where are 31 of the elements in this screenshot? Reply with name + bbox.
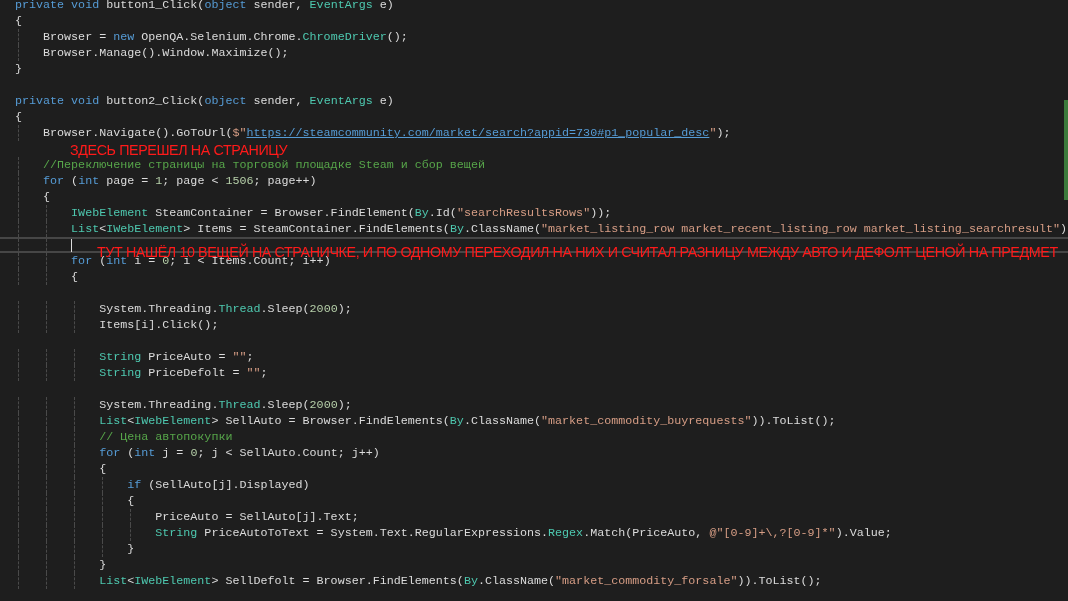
code-line: } <box>98 558 107 572</box>
code-line: System.Threading.Thread.Sleep(2000); <box>98 302 352 316</box>
code-line: } <box>15 62 22 76</box>
code-line: System.Threading.Thread.Sleep(2000); <box>98 398 352 412</box>
code-line: //Переключение страницы на торговой площадке Steam и сбор вещей <box>42 158 485 172</box>
code-line: private void button1_Click(object sender, EventArgs e) <box>15 0 394 12</box>
code-line: List<IWebElement> Items = SteamContainer.FindElements(By.ClassName("market_listing_row market_recent_listing_row market_listing_searchresult") <box>70 222 1068 236</box>
code-line: String PriceDefolt = ""; <box>98 366 268 380</box>
code-line: IWebElement SteamContainer = Browser.FindElement(By.Id("searchResultsRows")); <box>70 206 612 220</box>
code-line: { <box>126 494 135 508</box>
code-line: if (SellAuto[j].Displayed) <box>126 478 310 492</box>
code-line: String PriceAuto = ""; <box>98 350 254 364</box>
code-line: List<IWebElement> SellAuto = Browser.FindElements(By.ClassName("market_commodity_buyrequests")).ToList(); <box>98 414 836 428</box>
code-line: for (int j = 0; j < SellAuto.Count; j++) <box>98 446 380 460</box>
code-line: { <box>70 270 79 284</box>
code-line: { <box>98 462 107 476</box>
code-line: Browser.Navigate().GoToUrl($"https://steamcommunity.com/market/search?appid=730#p1_popular_desc"); <box>42 126 731 140</box>
code-line: for (int page = 1; page < 1506; page++) <box>42 174 317 188</box>
annotation-text: ЗДЕСЬ ПЕРЕШЕЛ НА СТРАНИЦУ <box>70 143 288 157</box>
code-line: Items[i].Click(); <box>98 318 219 332</box>
code-line: Browser = new OpenQA.Selenium.Chrome.ChromeDriver(); <box>42 30 408 44</box>
code-line: { <box>42 190 51 204</box>
code-line: Browser.Manage().Window.Maximize(); <box>42 46 289 60</box>
code-line: PriceAuto = SellAuto[j].Text; <box>154 510 359 524</box>
code-line: } <box>126 542 135 556</box>
code-line: { <box>15 14 22 28</box>
code-line: // Цена автопокупки <box>98 430 233 444</box>
code-line: private void button2_Click(object sender, EventArgs e) <box>15 94 394 108</box>
code-line: String PriceAutoToText = System.Text.RegularExpressions.Regex.Match(PriceAuto, @"[0-9]+\,?[0-9]*").Value; <box>154 526 892 540</box>
code-line: { <box>15 110 22 124</box>
code-line: List<IWebElement> SellDefolt = Browser.FindElements(By.ClassName("market_commodity_forsale")).ToList(); <box>98 574 822 588</box>
